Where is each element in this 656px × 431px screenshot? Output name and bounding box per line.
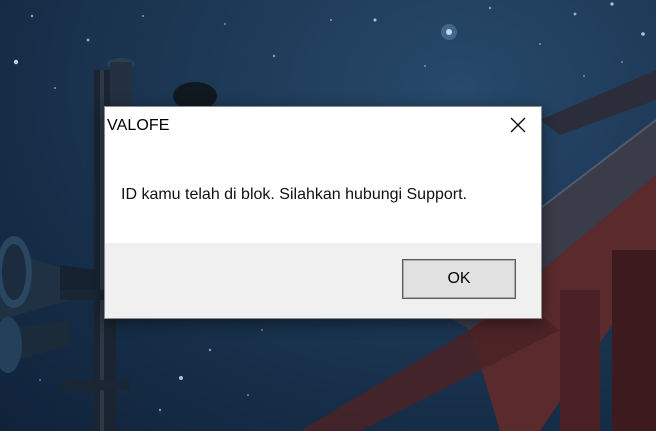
close-button[interactable] [495,107,541,143]
dialog-message: ID kamu telah di blok. Silahkan hubungi … [121,186,467,203]
message-dialog: VALOFE ID kamu telah di blok. Silahkan h… [104,106,542,319]
close-icon [510,117,526,133]
dialog-titlebar[interactable]: VALOFE [105,107,541,145]
ok-button[interactable]: OK [402,259,516,299]
dialog-title: VALOFE [107,117,170,134]
